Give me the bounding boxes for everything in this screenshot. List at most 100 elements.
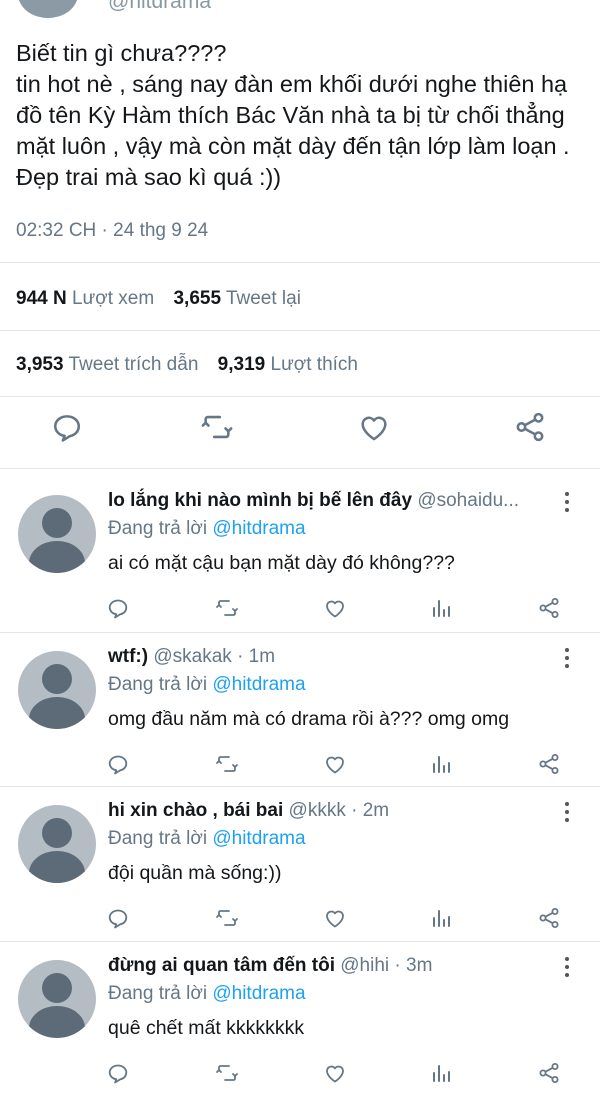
- likes-count: 9,319: [217, 354, 266, 375]
- likes-stat[interactable]: 9,319 Lượt thích: [218, 354, 358, 375]
- replying-to-mention[interactable]: @hitdrama: [212, 983, 305, 1004]
- replying-to-mention[interactable]: @hitdrama: [212, 674, 305, 695]
- reply-button[interactable]: [106, 752, 134, 780]
- analytics-button[interactable]: [429, 752, 457, 780]
- views-count: 944 N: [16, 288, 67, 309]
- reply-icon: [53, 415, 81, 442]
- reply-button[interactable]: [50, 410, 90, 450]
- replying-to-mention[interactable]: @hitdrama: [212, 828, 305, 849]
- reply-author-name[interactable]: hi xin chào , bái bai: [108, 800, 283, 821]
- share-icon: [539, 754, 559, 774]
- retweet-icon: [201, 415, 233, 439]
- share-button[interactable]: [537, 906, 565, 934]
- share-button[interactable]: [537, 1061, 565, 1089]
- reply-action-bar: [0, 1061, 600, 1091]
- retweets-count: 3,655: [173, 288, 222, 309]
- share-icon: [539, 598, 559, 618]
- divider: [0, 941, 600, 942]
- heart-icon: [361, 416, 387, 441]
- share-button[interactable]: [513, 410, 553, 450]
- reply-icon: [108, 755, 128, 775]
- reply-action-bar: [0, 596, 600, 626]
- like-button[interactable]: [323, 906, 351, 934]
- reply-handle-time: @hihi · 3m: [340, 955, 433, 976]
- share-button[interactable]: [537, 596, 565, 624]
- reply-text: ai có mặt cậu bạn mặt dày đó không???: [108, 552, 455, 574]
- tweet-text: Biết tin gì chưa???? tin hot nè , sáng n…: [16, 40, 570, 190]
- reply-author-name[interactable]: đừng ai quan tâm đến tôi: [108, 955, 335, 976]
- reply-author-name[interactable]: lo lắng khi nào mình bị bế lên đây: [108, 490, 412, 511]
- analytics-icon: [433, 1065, 450, 1082]
- views-label: Lượt xem: [71, 288, 155, 309]
- reply-author-line: hi xin chào , bái bai @kkkk · 2m: [108, 800, 389, 822]
- avatar-head-shape: [42, 508, 72, 538]
- reply-author-name[interactable]: wtf:): [108, 646, 148, 667]
- retweet-button[interactable]: [215, 906, 243, 934]
- like-button[interactable]: [323, 752, 351, 780]
- retweet-button[interactable]: [215, 752, 243, 780]
- divider: [0, 632, 600, 633]
- reply-avatar[interactable]: [18, 651, 96, 729]
- reply-button[interactable]: [106, 906, 134, 934]
- reply-button[interactable]: [106, 596, 134, 624]
- heart-icon: [326, 1065, 344, 1083]
- divider: [0, 330, 600, 331]
- tweet-author-header: @hitdrama: [0, 0, 600, 28]
- tweet-action-bar: [0, 410, 600, 456]
- quotes-stat[interactable]: 3,953 Tweet trích dẫn: [16, 354, 198, 375]
- replying-to-mention[interactable]: @hitdrama: [212, 518, 305, 539]
- retweet-button[interactable]: [215, 1061, 243, 1089]
- divider: [0, 468, 600, 469]
- like-button[interactable]: [357, 410, 397, 450]
- more-vertical-icon[interactable]: [560, 955, 574, 983]
- retweets-label: Tweet lại: [225, 288, 301, 309]
- tweet-timestamp[interactable]: 02:32 CH · 24 thg 9 24: [16, 220, 208, 242]
- likes-label: Lượt thích: [270, 354, 359, 375]
- reply-text: đội quần mà sống:)): [108, 862, 282, 884]
- retweet-button[interactable]: [200, 410, 240, 450]
- reply-avatar[interactable]: [18, 805, 96, 883]
- replying-to-label: Đang trả lời: [108, 983, 208, 1004]
- retweet-icon: [216, 756, 238, 772]
- analytics-icon: [433, 756, 450, 773]
- analytics-button[interactable]: [429, 1061, 457, 1089]
- retweet-icon: [216, 910, 238, 926]
- avatar-body-shape: [29, 697, 85, 729]
- analytics-button[interactable]: [429, 596, 457, 624]
- reply-icon: [108, 599, 128, 619]
- avatar-head-shape: [42, 818, 72, 848]
- reply-author-line: lo lắng khi nào mình bị bế lên đây @soha…: [108, 490, 519, 512]
- quotes-count: 3,953: [16, 354, 64, 375]
- replying-to-line: Đang trả lời @hitdrama: [108, 828, 306, 850]
- retweets-stat[interactable]: 3,655 Tweet lại: [173, 288, 300, 309]
- retweet-button[interactable]: [215, 596, 243, 624]
- reply-avatar[interactable]: [18, 495, 96, 573]
- reply-handle-time: @skakak · 1m: [153, 646, 276, 667]
- like-button[interactable]: [323, 596, 351, 624]
- divider: [0, 396, 600, 397]
- reply-button[interactable]: [106, 1061, 134, 1089]
- analytics-icon: [433, 600, 450, 617]
- reply-text: omg đầu năm mà có drama rồi à??? omg omg: [108, 708, 510, 730]
- avatar-body-shape: [29, 851, 85, 883]
- heart-icon: [326, 600, 344, 618]
- quotes-label: Tweet trích dẫn: [68, 354, 199, 375]
- replying-to-line: Đang trả lời @hitdrama: [108, 674, 306, 696]
- replying-to-label: Đang trả lời: [108, 674, 208, 695]
- like-button[interactable]: [323, 1061, 351, 1089]
- replying-to-label: Đang trả lời: [108, 518, 208, 539]
- more-vertical-icon[interactable]: [560, 800, 574, 828]
- divider: [0, 262, 600, 263]
- share-icon: [539, 908, 559, 928]
- author-handle[interactable]: @hitdrama: [108, 0, 211, 14]
- avatar-head-shape: [42, 664, 72, 694]
- author-avatar[interactable]: [18, 0, 78, 18]
- analytics-button[interactable]: [429, 906, 457, 934]
- share-button[interactable]: [537, 752, 565, 780]
- more-vertical-icon[interactable]: [560, 490, 574, 518]
- reply-text: quê chết mất kkkkkkkk: [108, 1017, 305, 1039]
- analytics-icon: [433, 910, 450, 927]
- reply-avatar[interactable]: [18, 960, 96, 1038]
- more-vertical-icon[interactable]: [560, 646, 574, 674]
- reply-author-line: wtf:) @skakak · 1m: [108, 646, 275, 668]
